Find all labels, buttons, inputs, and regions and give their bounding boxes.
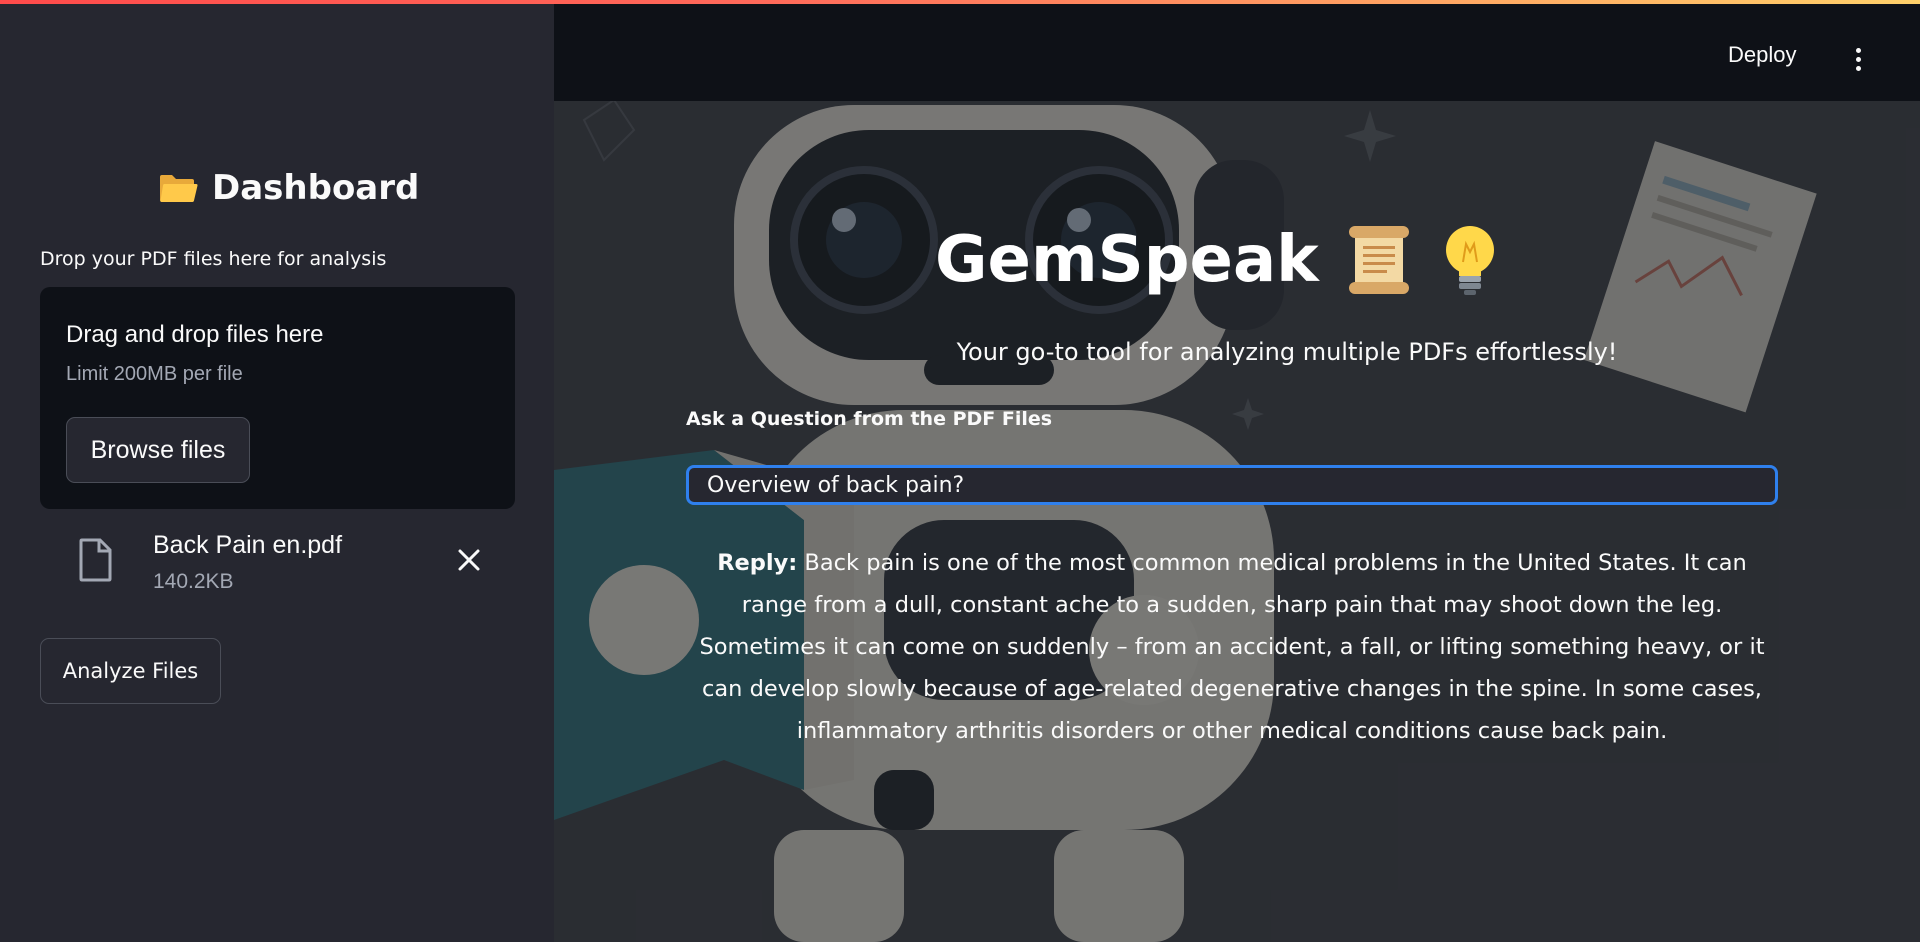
upload-label: Drop your PDF files here for analysis [40, 248, 387, 270]
reply-text: Reply: Back pain is one of the most comm… [686, 542, 1778, 752]
close-icon[interactable] [454, 545, 484, 575]
reply-body: Back pain is one of the most common medi… [699, 550, 1765, 744]
page-subtitle: Your go-to tool for analyzing multiple P… [956, 338, 1618, 366]
file-icon [79, 538, 112, 582]
page-title: GemSpeak [935, 222, 1501, 298]
uploaded-file-item: Back Pain en.pdf 140.2KB [40, 525, 515, 600]
dropzone-title: Drag and drop files here [66, 321, 324, 348]
question-label: Ask a Question from the PDF Files [686, 408, 1053, 430]
analyze-files-button[interactable]: Analyze Files [40, 638, 221, 704]
kebab-menu-icon[interactable] [1846, 48, 1870, 74]
sidebar-title-text: Dashboard [212, 168, 420, 208]
sidebar: Dashboard Drop your PDF files here for a… [0, 0, 554, 942]
scroll-icon [1348, 226, 1409, 294]
file-dropzone[interactable]: Drag and drop files here Limit 200MB per… [40, 287, 515, 509]
file-name: Back Pain en.pdf [153, 531, 343, 559]
lightbulb-icon [1445, 226, 1494, 295]
file-size: 140.2KB [153, 570, 234, 593]
top-accent-bar [0, 0, 1920, 4]
deploy-button[interactable]: Deploy [1728, 42, 1796, 68]
sidebar-title: Dashboard [158, 168, 419, 208]
page-title-text: GemSpeak [935, 223, 1319, 297]
question-input[interactable] [686, 465, 1778, 505]
reply-prefix: Reply: [717, 550, 798, 576]
folder-icon [160, 175, 198, 202]
browse-files-button[interactable]: Browse files [66, 417, 250, 483]
dropzone-limit: Limit 200MB per file [66, 363, 243, 385]
app-header [554, 0, 1920, 101]
